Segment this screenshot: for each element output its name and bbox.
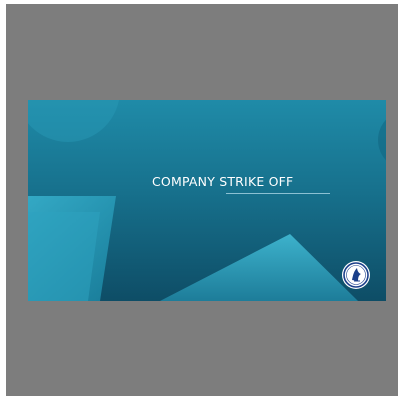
slide-background-shapes (28, 100, 386, 301)
image-viewer: COMPANY STRIKE OFF (6, 4, 398, 396)
decor-bottom-triangle (160, 234, 358, 301)
title-underline (226, 193, 330, 194)
decor-circle-top-left (28, 100, 120, 142)
decor-left-panel-inner (28, 212, 100, 301)
decor-circle-right (378, 119, 386, 161)
presentation-slide[interactable]: COMPANY STRIKE OFF (28, 100, 386, 301)
seal-logo-icon (342, 261, 370, 289)
slide-title: COMPANY STRIKE OFF (152, 174, 294, 189)
